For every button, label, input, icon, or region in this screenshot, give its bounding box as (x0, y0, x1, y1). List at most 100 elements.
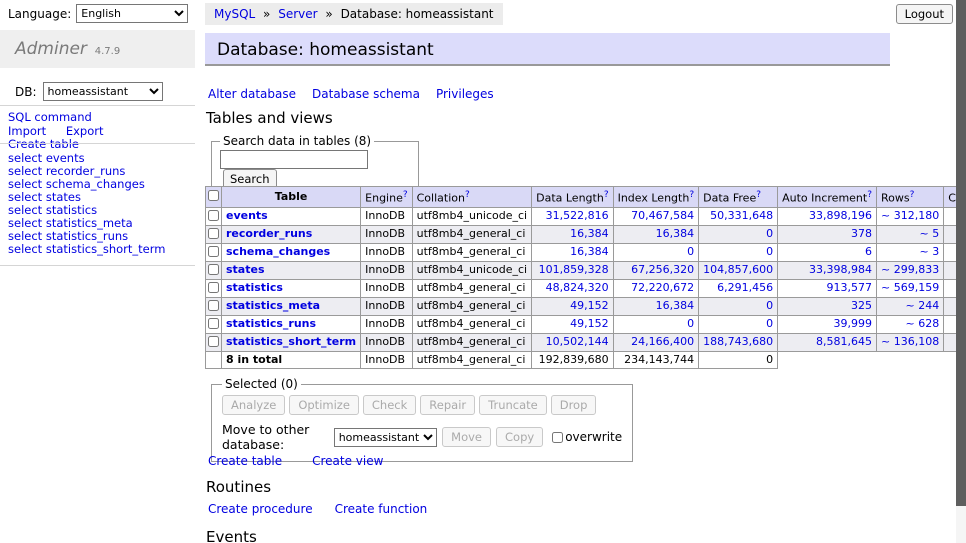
row-checkbox[interactable] (208, 246, 219, 257)
create-function-link[interactable]: Create function (335, 502, 428, 516)
data-length-link[interactable]: 49,152 (570, 317, 609, 330)
overwrite-checkbox[interactable] (552, 432, 563, 443)
import-link[interactable]: Import (8, 125, 46, 139)
total-data-free: 0 (699, 351, 778, 368)
table-name-link[interactable]: states (226, 263, 265, 276)
data-free-link[interactable]: 50,331,648 (710, 209, 773, 222)
auto-increment-link[interactable]: 33,898,196 (809, 209, 872, 222)
language-select[interactable]: English (76, 4, 188, 23)
select-all-checkbox[interactable] (208, 190, 219, 201)
sidebar-divider (0, 265, 195, 266)
row-checkbox[interactable] (208, 210, 219, 221)
table-name-link[interactable]: statistics_runs (226, 317, 316, 330)
data-free-link[interactable]: 104,857,600 (703, 263, 773, 276)
column-help-link[interactable]: ? (867, 190, 872, 200)
tables-overview-table: Table Engine? Collation? Data Length? In… (205, 186, 966, 369)
sql-command-link[interactable]: SQL command (8, 111, 92, 125)
index-length-link[interactable]: 0 (687, 245, 694, 258)
table-name-link[interactable]: recorder_runs (226, 227, 312, 240)
index-length-link[interactable]: 0 (687, 317, 694, 330)
column-help-link[interactable]: ? (604, 190, 609, 200)
breadcrumb-server-link[interactable]: Server (278, 7, 317, 21)
row-checkbox[interactable] (208, 264, 219, 275)
row-checkbox[interactable] (208, 300, 219, 311)
rows-count-link[interactable]: ~ 244 (905, 299, 939, 312)
create-table-link[interactable]: Create table (208, 454, 282, 468)
table-name-link[interactable]: statistics_meta (226, 299, 320, 312)
row-checkbox[interactable] (208, 336, 219, 347)
database-schema-link[interactable]: Database schema (312, 87, 420, 101)
auto-increment-link[interactable]: 33,398,984 (809, 263, 872, 276)
column-help-link[interactable]: ? (689, 190, 694, 200)
db-select[interactable]: homeassistant (43, 82, 163, 101)
data-length-link[interactable]: 49,152 (570, 299, 609, 312)
scrollbar-thumb[interactable] (956, 0, 966, 506)
auto-increment-link[interactable]: 8,581,645 (816, 335, 872, 348)
index-length-link[interactable]: 70,467,584 (631, 209, 694, 222)
rows-count-link[interactable]: ~ 3 (919, 245, 939, 258)
data-length-link[interactable]: 10,502,144 (546, 335, 609, 348)
table-name-link[interactable]: events (226, 209, 268, 222)
app-title-link[interactable]: Adminer (15, 39, 87, 59)
table-row: statistics_meta InnoDB utf8mb4_general_c… (206, 297, 966, 315)
data-length-link[interactable]: 101,859,328 (539, 263, 609, 276)
create-procedure-link[interactable]: Create procedure (208, 502, 313, 516)
data-free-link[interactable]: 0 (766, 317, 773, 330)
sidebar-select-table-link[interactable]: select statistics_short_term (8, 243, 165, 256)
table-name-link[interactable]: schema_changes (226, 245, 330, 258)
collation-cell: utf8mb4_general_ci (412, 315, 531, 333)
data-length-link[interactable]: 16,384 (570, 245, 609, 258)
drop-button: Drop (551, 395, 597, 415)
data-length-link[interactable]: 48,824,320 (546, 281, 609, 294)
create-table-sidebar-link[interactable]: Create table (8, 138, 79, 152)
index-length-link[interactable]: 16,384 (656, 299, 695, 312)
row-checkbox[interactable] (208, 282, 219, 293)
rows-count-link[interactable]: ~ 299,833 (881, 263, 939, 276)
auto-increment-link[interactable]: 39,999 (834, 317, 873, 330)
page-scrollbar[interactable] (956, 0, 966, 543)
auto-increment-link[interactable]: 325 (851, 299, 872, 312)
logout-button[interactable]: Logout (896, 4, 953, 24)
table-name-link[interactable]: statistics_short_term (226, 335, 356, 348)
auto-increment-link[interactable]: 378 (851, 227, 872, 240)
breadcrumb-mysql-link[interactable]: MySQL (214, 7, 255, 21)
overwrite-label: overwrite (565, 430, 622, 444)
export-link[interactable]: Export (66, 125, 104, 139)
index-length-link[interactable]: 72,220,672 (631, 281, 694, 294)
index-length-link[interactable]: 16,384 (656, 227, 695, 240)
rows-count-link[interactable]: ~ 312,180 (881, 209, 939, 222)
data-length-link[interactable]: 31,522,816 (546, 209, 609, 222)
collation-cell: utf8mb4_general_ci (412, 297, 531, 315)
column-help-link[interactable]: ? (403, 190, 408, 200)
auto-increment-link[interactable]: 913,577 (827, 281, 873, 294)
auto-increment-link[interactable]: 6 (865, 245, 872, 258)
alter-database-link[interactable]: Alter database (208, 87, 296, 101)
index-length-link[interactable]: 67,256,320 (631, 263, 694, 276)
rows-count-link[interactable]: ~ 628 (905, 317, 939, 330)
table-row: statistics_short_term InnoDB utf8mb4_gen… (206, 333, 966, 351)
data-free-link[interactable]: 0 (766, 245, 773, 258)
data-free-link[interactable]: 6,291,456 (717, 281, 773, 294)
data-length-link[interactable]: 16,384 (570, 227, 609, 240)
create-view-link[interactable]: Create view (312, 454, 383, 468)
column-help-link[interactable]: ? (756, 190, 761, 200)
column-help-link[interactable]: ? (465, 190, 470, 200)
search-input[interactable] (220, 150, 368, 169)
data-free-link[interactable]: 0 (766, 227, 773, 240)
row-checkbox[interactable] (208, 318, 219, 329)
search-legend: Search data in tables (8) (220, 134, 374, 148)
index-length-link[interactable]: 24,166,400 (631, 335, 694, 348)
rows-count-link[interactable]: ~ 569,159 (881, 281, 939, 294)
row-checkbox[interactable] (208, 228, 219, 239)
optimize-button: Optimize (289, 395, 359, 415)
privileges-link[interactable]: Privileges (436, 87, 494, 101)
data-free-link[interactable]: 0 (766, 299, 773, 312)
rows-count-link[interactable]: ~ 136,108 (881, 335, 939, 348)
total-label: 8 in total (222, 351, 361, 368)
data-free-link[interactable]: 188,743,680 (703, 335, 773, 348)
move-label: Move to other database: (222, 422, 329, 452)
rows-count-link[interactable]: ~ 5 (919, 227, 939, 240)
move-db-select[interactable]: homeassistant (334, 428, 437, 447)
table-name-link[interactable]: statistics (226, 281, 283, 294)
column-help-link[interactable]: ? (910, 190, 915, 200)
